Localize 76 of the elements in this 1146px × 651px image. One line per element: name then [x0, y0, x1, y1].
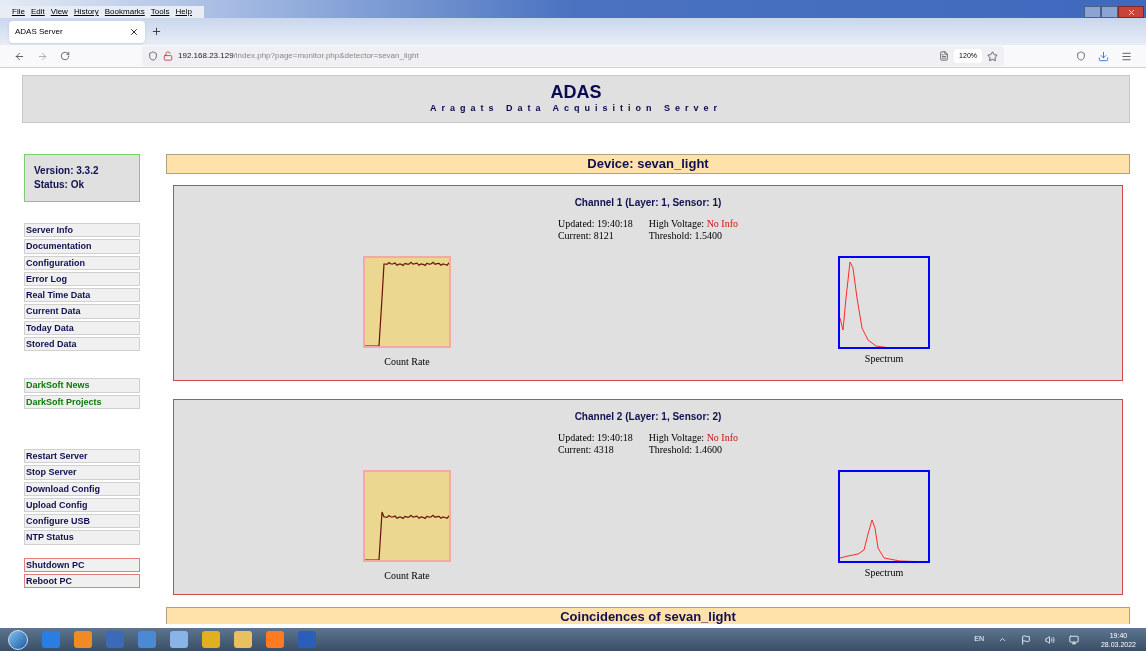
sidebar-link[interactable]: Server Info: [24, 223, 140, 238]
url-text: 192.168.23.129/index.php?page=monitor.php&detector=sevan_light: [178, 50, 419, 62]
new-tab-icon: [151, 26, 162, 37]
site-title: ADAS: [550, 82, 602, 103]
taskbar-app-icon[interactable]: [202, 631, 220, 648]
menu-item[interactable]: View: [50, 6, 68, 18]
sidebar-link[interactable]: DarkSoft News: [24, 378, 140, 393]
reload-icon: [60, 51, 70, 61]
status-text: Status: Ok: [34, 178, 85, 192]
sidebar-link[interactable]: Configure USB: [24, 514, 140, 529]
high-voltage-text: High Voltage: No Info: [648, 218, 739, 230]
speaker-icon: [1044, 634, 1055, 645]
chart-caption: Count Rate: [384, 355, 430, 369]
reader-view-icon: [939, 51, 950, 61]
channel-title: Channel 1 (Layer: 1, Sensor: 1): [574, 196, 722, 210]
back-icon: [14, 50, 25, 62]
menu-item[interactable]: Tools: [150, 6, 170, 18]
flag-icon: [1020, 634, 1031, 645]
site-subtitle: Aragats Data Acquisition Server: [429, 102, 723, 116]
menu-item[interactable]: History: [73, 6, 99, 18]
forward-icon: [37, 50, 48, 62]
sidebar-link[interactable]: Download Config: [24, 481, 140, 496]
sidebar-link[interactable]: Today Data: [24, 320, 140, 336]
start-button[interactable]: [8, 629, 28, 650]
download-icon: [1098, 50, 1109, 62]
sidebar-link[interactable]: Upload Config: [24, 497, 140, 513]
close-window-button[interactable]: [1118, 6, 1144, 18]
sidebar-link[interactable]: Real Time Data: [24, 288, 140, 303]
browser-tab[interactable]: ADAS Server: [9, 20, 145, 43]
sidebar-link[interactable]: DarkSoft Projects: [24, 394, 140, 409]
taskbar-app-icon[interactable]: [138, 631, 156, 648]
lock-icon: [163, 51, 173, 61]
close-icon: [1126, 7, 1136, 17]
taskbar-app-icon[interactable]: [74, 631, 92, 648]
restore-button[interactable]: [1101, 6, 1118, 18]
channel-title: Channel 2 (Layer: 1, Sensor: 2): [574, 410, 722, 424]
taskbar-app-icon[interactable]: [298, 631, 316, 648]
version-text: Version: 3.3.2: [34, 164, 100, 178]
menu-item[interactable]: Help: [175, 6, 192, 18]
network-icon: [1068, 634, 1079, 645]
current-text: Current: 8121: [557, 230, 615, 242]
menu-item[interactable]: Bookmarks: [104, 6, 145, 18]
sidebar-link[interactable]: Restart Server: [24, 448, 140, 464]
close-icon: [129, 26, 139, 37]
sidebar-link[interactable]: NTP Status: [24, 530, 140, 545]
updated-text: Updated: 19:40:18: [557, 432, 633, 444]
chart-caption: Count Rate: [384, 569, 430, 583]
high-voltage-text: High Voltage: No Info: [648, 432, 739, 444]
threshold-text: Threshold: 1.4600: [648, 444, 723, 456]
shield-icon: [148, 51, 158, 61]
sidebar-link[interactable]: Error Log: [24, 271, 140, 287]
device-heading: Device: sevan_light: [166, 154, 1130, 174]
menu-item[interactable]: Edit: [30, 6, 45, 18]
sidebar-link[interactable]: Reboot PC: [24, 574, 140, 589]
sidebar-link[interactable]: Shutdown PC: [24, 557, 140, 573]
current-text: Current: 4318: [557, 444, 615, 456]
taskbar-app-icon[interactable]: [42, 631, 60, 648]
sidebar-link[interactable]: Stop Server: [24, 465, 140, 480]
chart-caption: Spectrum: [864, 566, 904, 580]
chart-caption: Spectrum: [864, 352, 904, 366]
coincidences-heading: Coincidences of sevan_light: [166, 607, 1130, 624]
taskbar-app-icon[interactable]: [170, 631, 188, 648]
tray-expand-icon: [997, 635, 1007, 644]
menu-icon: [1121, 50, 1132, 62]
star-icon: [987, 50, 998, 62]
taskbar-app-icon[interactable]: [266, 631, 284, 648]
sidebar-link[interactable]: Configuration: [24, 255, 140, 270]
updated-text: Updated: 19:40:18: [557, 218, 633, 230]
taskbar-app-icon[interactable]: [106, 631, 124, 648]
taskbar-app-icon[interactable]: [234, 631, 252, 648]
sidebar-link[interactable]: Current Data: [24, 304, 140, 319]
menu-item[interactable]: File: [12, 6, 25, 18]
sidebar-link[interactable]: Documentation: [24, 239, 140, 254]
threshold-text: Threshold: 1.5400: [648, 230, 723, 242]
minimize-button[interactable]: [1084, 6, 1101, 18]
sidebar-link[interactable]: Stored Data: [24, 337, 140, 352]
